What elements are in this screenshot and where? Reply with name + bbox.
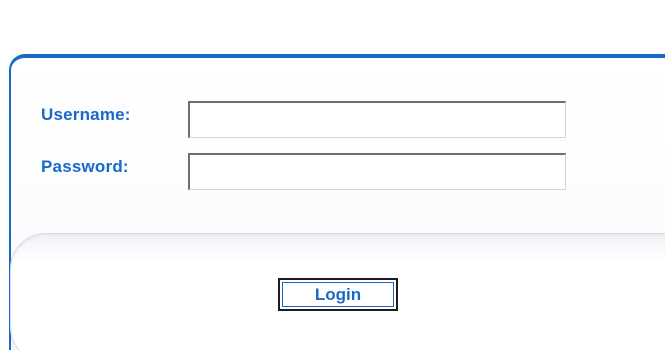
username-input[interactable] [188, 101, 566, 138]
login-button-label: Login [282, 282, 394, 307]
password-label: Password: [41, 157, 129, 176]
login-page: Username: Password: Login [0, 0, 665, 350]
username-label: Username: [41, 105, 131, 124]
login-button[interactable]: Login [278, 278, 398, 311]
password-input[interactable] [188, 153, 566, 190]
